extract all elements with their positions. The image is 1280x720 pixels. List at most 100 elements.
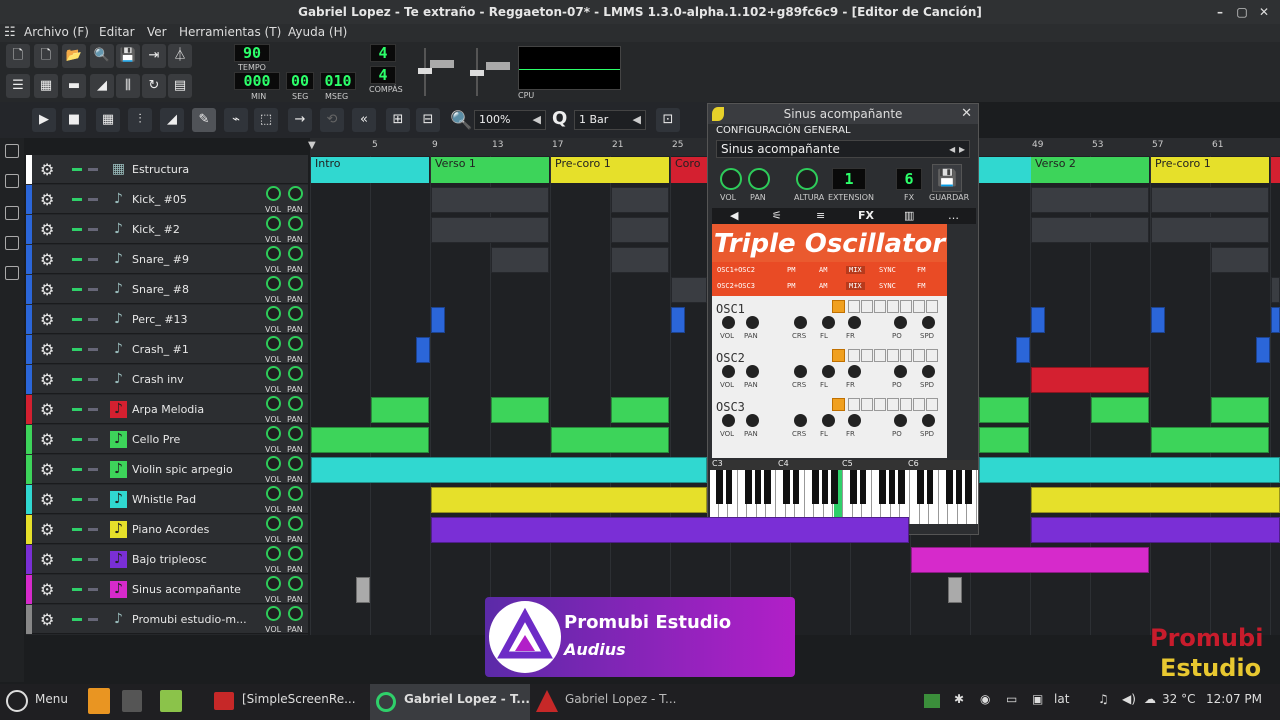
pattern-clip[interactable] <box>1151 217 1269 243</box>
instrument-pitch-knob[interactable] <box>796 168 818 190</box>
track-pan-knob[interactable] <box>288 396 303 411</box>
osc-vol-knob[interactable] <box>722 365 735 378</box>
gear-icon[interactable]: ⚙ <box>40 220 54 239</box>
mute-toggle[interactable] <box>72 588 82 591</box>
camera-icon[interactable]: ◉ <box>980 692 990 706</box>
track-pan-knob[interactable] <box>288 246 303 261</box>
add-sample-track-icon[interactable]: ⫶ <box>128 108 152 132</box>
track-pan-knob[interactable] <box>288 486 303 501</box>
black-key[interactable] <box>792 470 800 504</box>
menu-ayuda[interactable]: Ayuda (H) <box>288 25 347 39</box>
black-key[interactable] <box>917 470 924 504</box>
pattern-clip[interactable] <box>491 247 549 273</box>
track-name[interactable]: Promubi estudio-m... <box>132 613 247 626</box>
volume-icon[interactable]: ◀) <box>1122 692 1136 706</box>
osc-spd-knob[interactable] <box>922 414 935 427</box>
track-name[interactable]: Violin spic arpegio <box>132 463 233 476</box>
track-row[interactable]: ⚙ ♪ Crash_ #1 VOL PAN <box>26 335 308 364</box>
pattern-clip[interactable] <box>311 427 429 453</box>
moog-wave-icon[interactable] <box>887 398 899 411</box>
solo-toggle[interactable] <box>88 588 98 591</box>
mod-mode-mix[interactable]: MIX <box>846 266 865 274</box>
track-row[interactable]: ⚙ ♪ Cello Pre VOL PAN <box>26 425 308 454</box>
track-volume-knob[interactable] <box>266 546 281 561</box>
tab-misc[interactable]: … <box>948 209 959 222</box>
network-folder-icon[interactable] <box>924 694 940 708</box>
shrink-view-icon[interactable]: ⊡ <box>656 108 680 132</box>
clock-text[interactable]: 12:07 PM <box>1206 692 1262 706</box>
my-projects-icon[interactable] <box>5 144 19 158</box>
black-key[interactable] <box>878 470 886 504</box>
track-row[interactable]: ⚙ ♪ Perc_ #13 VOL PAN <box>26 305 308 334</box>
new-from-template-icon[interactable]: 🗋 <box>34 44 58 68</box>
track-volume-knob[interactable] <box>266 246 281 261</box>
track-volume-knob[interactable] <box>266 336 281 351</box>
black-key[interactable] <box>716 470 723 504</box>
mod-mode-pm[interactable]: PM <box>784 282 798 290</box>
edit-mode-icon[interactable]: ⌁ <box>224 108 248 132</box>
track-name[interactable]: Whistle Pad <box>132 493 196 506</box>
track-pan-knob[interactable] <box>288 546 303 561</box>
mod-mode-am[interactable]: AM <box>816 266 830 274</box>
pattern-clip[interactable] <box>948 577 962 603</box>
insert-bar-icon[interactable]: ⊞ <box>386 108 410 132</box>
solo-toggle[interactable] <box>88 438 98 441</box>
track-name[interactable]: Crash_ #1 <box>132 343 189 356</box>
new-project-icon[interactable]: 🗋 <box>6 44 30 68</box>
pattern-clip[interactable] <box>431 217 549 243</box>
bluetooth-icon[interactable]: ✱ <box>954 692 964 706</box>
osc-fl-knob[interactable] <box>822 316 835 329</box>
minimize-button[interactable]: – <box>1212 4 1228 20</box>
black-key[interactable] <box>888 470 896 504</box>
pattern-clip[interactable] <box>671 277 707 303</box>
task-lmms[interactable]: Gabriel Lopez - T... <box>404 692 530 706</box>
gear-icon[interactable]: ⚙ <box>40 550 54 569</box>
track-name[interactable]: Crash inv <box>132 373 184 386</box>
track-pan-knob[interactable] <box>288 276 303 291</box>
pattern-clip[interactable] <box>979 397 1029 423</box>
beat-editor-icon[interactable]: ▦ <box>34 74 58 98</box>
instrument-pan-knob[interactable] <box>748 168 770 190</box>
triangle-wave-icon[interactable] <box>848 349 860 362</box>
track-name[interactable]: Piano Acordes <box>132 523 209 536</box>
loop-points-icon[interactable]: ⟲ <box>320 108 344 132</box>
solo-toggle[interactable] <box>88 408 98 411</box>
square-wave-icon[interactable] <box>874 300 886 313</box>
solo-toggle[interactable] <box>88 228 98 231</box>
task-screen-recorder[interactable]: [SimpleScreenRe... <box>242 692 356 706</box>
gear-icon[interactable]: ⚙ <box>40 430 54 449</box>
sine-wave-icon[interactable] <box>832 349 845 362</box>
gear-icon[interactable]: ⚙ <box>40 610 54 629</box>
close-window-button[interactable]: ✕ <box>1256 4 1272 20</box>
song-editor-icon[interactable]: ☰ <box>6 74 30 98</box>
osc-vol-knob[interactable] <box>722 414 735 427</box>
rewind-icon[interactable]: « <box>352 108 376 132</box>
my-presets-icon[interactable] <box>5 206 19 220</box>
square-wave-icon[interactable] <box>874 398 886 411</box>
pattern-clip[interactable] <box>1271 277 1280 303</box>
pattern-clip[interactable] <box>979 427 1029 453</box>
gear-icon[interactable]: ⚙ <box>40 400 54 419</box>
osc-pan-knob[interactable] <box>746 414 759 427</box>
master-pitch-slider[interactable] <box>486 62 510 70</box>
track-volume-knob[interactable] <box>266 516 281 531</box>
solo-toggle[interactable] <box>88 498 98 501</box>
mute-toggle[interactable] <box>72 318 82 321</box>
gear-icon[interactable]: ⚙ <box>40 250 54 269</box>
add-beat-track-icon[interactable]: ▦ <box>96 108 120 132</box>
track-volume-knob[interactable] <box>266 486 281 501</box>
draw-mode-icon[interactable]: ✎ <box>192 108 216 132</box>
stop-icon[interactable]: ■ <box>62 108 86 132</box>
track-row[interactable]: ⚙ ♪ Kick_ #05 VOL PAN <box>26 185 308 214</box>
pattern-clip[interactable] <box>1091 397 1149 423</box>
time-sig-denominator[interactable]: 4 <box>370 66 396 84</box>
pattern-clip[interactable] <box>611 187 669 213</box>
track-name[interactable]: Kick_ #2 <box>132 223 180 236</box>
track-name[interactable]: Kick_ #05 <box>132 193 187 206</box>
structure-segment[interactable] <box>979 157 1031 183</box>
sine-wave-icon[interactable] <box>832 398 845 411</box>
user-wave-icon[interactable] <box>926 398 938 411</box>
piano-keyboard[interactable]: C3 C4 C5 C6 <box>710 459 978 524</box>
play-icon[interactable]: ▶ <box>32 108 56 132</box>
track-pan-knob[interactable] <box>288 456 303 471</box>
